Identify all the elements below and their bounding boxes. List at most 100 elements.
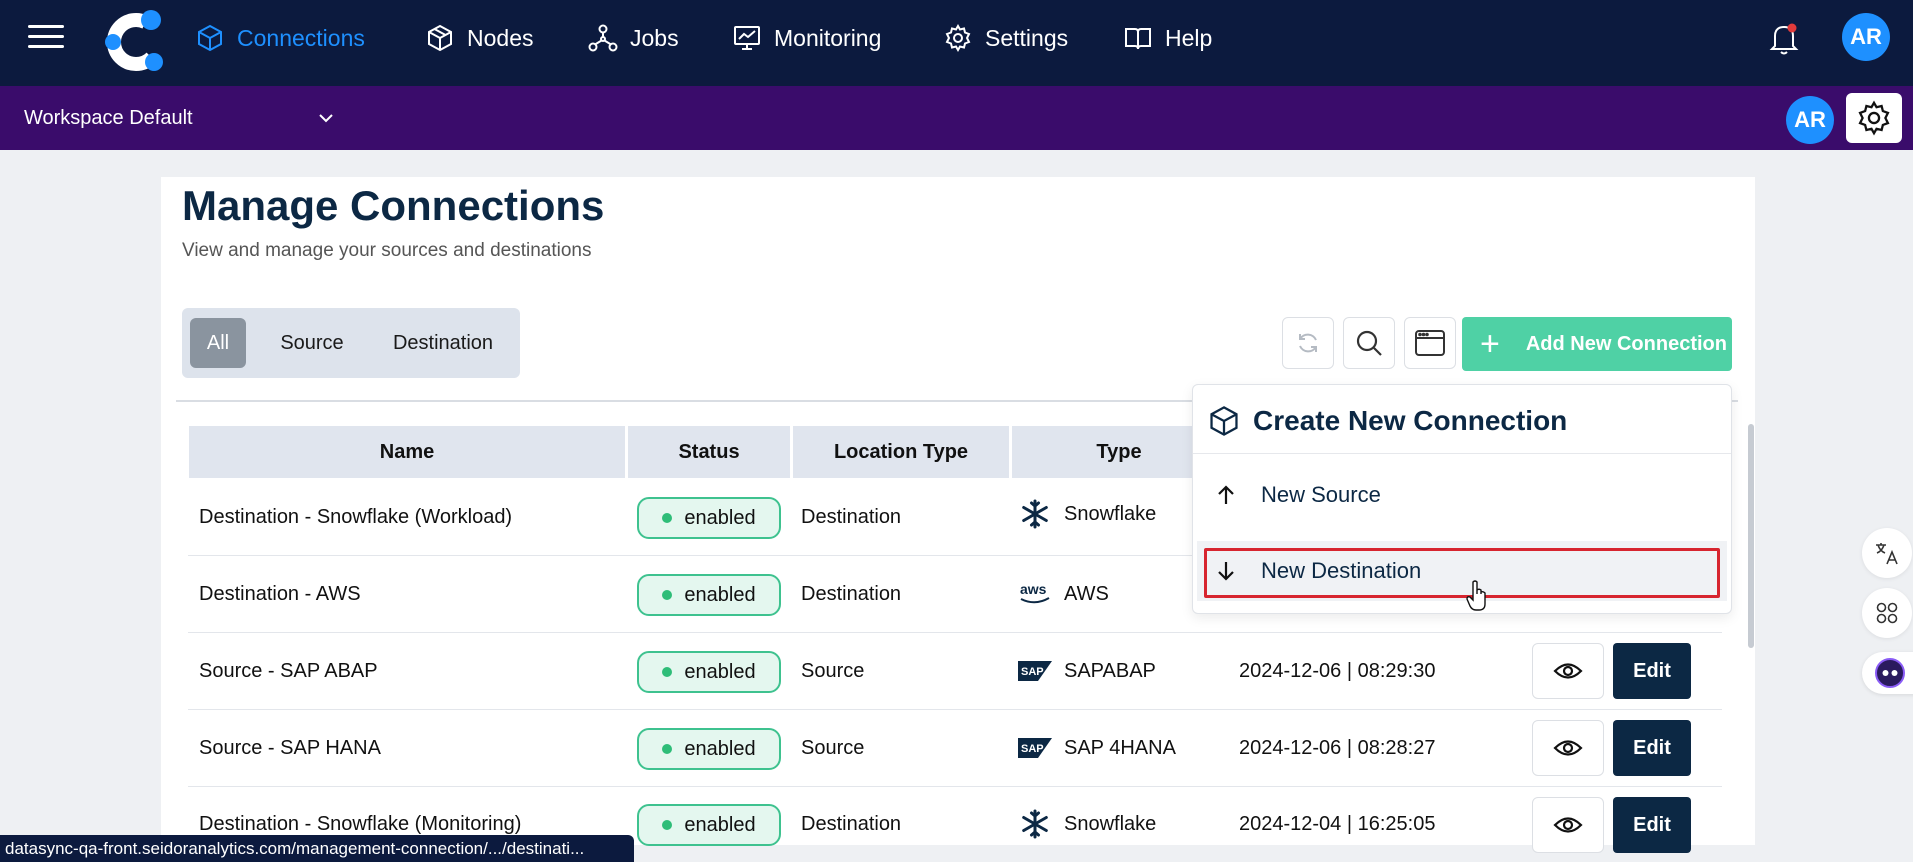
snowflake-icon [1018, 499, 1052, 529]
translate-icon [1876, 543, 1898, 565]
menu-item-new-destination[interactable]: New Destination [1197, 541, 1727, 601]
nav-label: Monitoring [774, 24, 882, 51]
gear-icon [1858, 100, 1890, 136]
row-divider [188, 709, 1722, 710]
vertical-scrollbar[interactable] [1748, 424, 1754, 648]
nav-jobs[interactable]: Jobs [588, 18, 679, 58]
top-navbar: Connections Nodes Jobs Monitoring Settin… [0, 0, 1913, 86]
row-location: Source [801, 659, 865, 682]
sap-icon: SAP [1018, 656, 1052, 686]
eye-icon [1553, 740, 1583, 756]
user-avatar[interactable]: AR [1842, 13, 1890, 61]
status-text: enabled [684, 813, 756, 836]
nav-help[interactable]: Help [1123, 18, 1212, 58]
nav-label: Nodes [467, 24, 534, 51]
aws-icon: aws [1018, 579, 1052, 609]
menu-item-label: New Source [1261, 482, 1381, 507]
status-text: enabled [684, 583, 756, 606]
workspace-settings-button[interactable] [1846, 93, 1902, 143]
create-connection-menu: Create New Connection New Source New Des… [1192, 384, 1732, 614]
nav-nodes[interactable]: Nodes [425, 18, 533, 58]
row-divider [188, 786, 1722, 787]
filter-source[interactable]: Source [262, 318, 362, 368]
bot-icon [1875, 658, 1905, 688]
book-icon [1125, 28, 1151, 50]
page-subtitle: View and manage your sources and destina… [182, 240, 592, 261]
menu-item-new-source[interactable]: New Source [1197, 465, 1727, 525]
view-toggle-button[interactable] [1404, 317, 1456, 369]
header-location-type[interactable]: Location Type [793, 426, 1009, 478]
workspace-name: Workspace Default [24, 106, 193, 129]
row-location: Destination [801, 505, 902, 528]
hand-cursor-icon [1466, 580, 1486, 611]
edit-button[interactable]: Edit [1613, 643, 1691, 699]
chart-monitor-icon [734, 26, 760, 50]
view-button[interactable] [1532, 797, 1604, 853]
menu-divider [1193, 453, 1731, 454]
notification-bell-icon[interactable] [1764, 18, 1804, 58]
nav-settings[interactable]: Settings [943, 18, 1068, 58]
translate-button[interactable] [1862, 528, 1912, 578]
plus-icon: + [1480, 325, 1500, 363]
network-icon [588, 24, 618, 52]
edit-button[interactable]: Edit [1613, 797, 1691, 853]
refresh-button[interactable] [1282, 317, 1334, 369]
nav-connections[interactable]: Connections [195, 18, 365, 58]
header-name[interactable]: Name [189, 426, 625, 478]
row-name: Destination - AWS [199, 582, 361, 605]
view-button[interactable] [1532, 720, 1604, 776]
apps-button[interactable] [1862, 588, 1912, 638]
menu-header: Create New Connection [1207, 395, 1567, 447]
workspace-select[interactable]: Workspace Default [24, 98, 334, 138]
row-type: AWS [1064, 582, 1109, 605]
filter-tabs: All Source Destination [182, 308, 520, 378]
chevron-down-icon [319, 114, 333, 123]
refresh-icon [1299, 333, 1317, 353]
cube-icon [1210, 406, 1238, 436]
eye-icon [1553, 663, 1583, 679]
arrow-up-icon [1201, 484, 1251, 506]
search-button[interactable] [1343, 317, 1395, 369]
nav-label: Help [1165, 24, 1213, 51]
add-new-connection-button[interactable]: + Add New Connection [1462, 317, 1732, 371]
row-date: 2024-12-04 | 16:25:05 [1239, 812, 1436, 835]
cube-icon [198, 24, 222, 52]
view-button[interactable] [1532, 643, 1604, 699]
status-text: enabled [684, 737, 756, 760]
row-location: Destination [801, 812, 902, 835]
svg-text:SAP: SAP [1021, 743, 1044, 755]
row-type: Snowflake [1064, 502, 1157, 525]
browser-window-icon [1415, 330, 1445, 356]
row-location: Source [801, 736, 865, 759]
menu-item-label: New Destination [1261, 558, 1422, 583]
nav-label: Connections [237, 24, 365, 51]
status-badge: enabled [637, 497, 781, 539]
gear-icon [945, 23, 971, 53]
row-location: Destination [801, 582, 902, 605]
nav-monitoring[interactable]: Monitoring [732, 18, 881, 58]
row-name: Source - SAP HANA [199, 736, 381, 759]
page-title: Manage Connections [182, 182, 605, 229]
workspace-bar: Workspace Default [0, 86, 1913, 150]
status-url: datasync-qa-front.seidoranalytics.com/ma… [0, 835, 634, 862]
status-text: enabled [684, 660, 756, 683]
sap-icon: SAP [1018, 733, 1052, 763]
row-name: Source - SAP ABAP [199, 659, 378, 682]
edit-button[interactable]: Edit [1613, 720, 1691, 776]
filter-destination[interactable]: Destination [378, 318, 508, 368]
header-status[interactable]: Status [628, 426, 790, 478]
filter-all[interactable]: All [190, 318, 246, 368]
row-date: 2024-12-06 | 08:28:27 [1239, 736, 1436, 759]
status-badge: enabled [637, 804, 781, 846]
assistant-button[interactable] [1862, 652, 1913, 694]
svg-text:aws: aws [1020, 581, 1047, 597]
row-name: Destination - Snowflake (Workload) [199, 505, 513, 528]
row-divider [188, 632, 1722, 633]
nav-label: Jobs [630, 24, 679, 51]
app-logo[interactable] [98, 4, 170, 76]
boxes-icon [428, 24, 452, 52]
workspace-avatar[interactable]: AR [1786, 96, 1834, 144]
hamburger-menu-icon[interactable] [28, 22, 64, 52]
row-type: SAP 4HANA [1064, 736, 1176, 759]
search-icon [1356, 330, 1382, 356]
